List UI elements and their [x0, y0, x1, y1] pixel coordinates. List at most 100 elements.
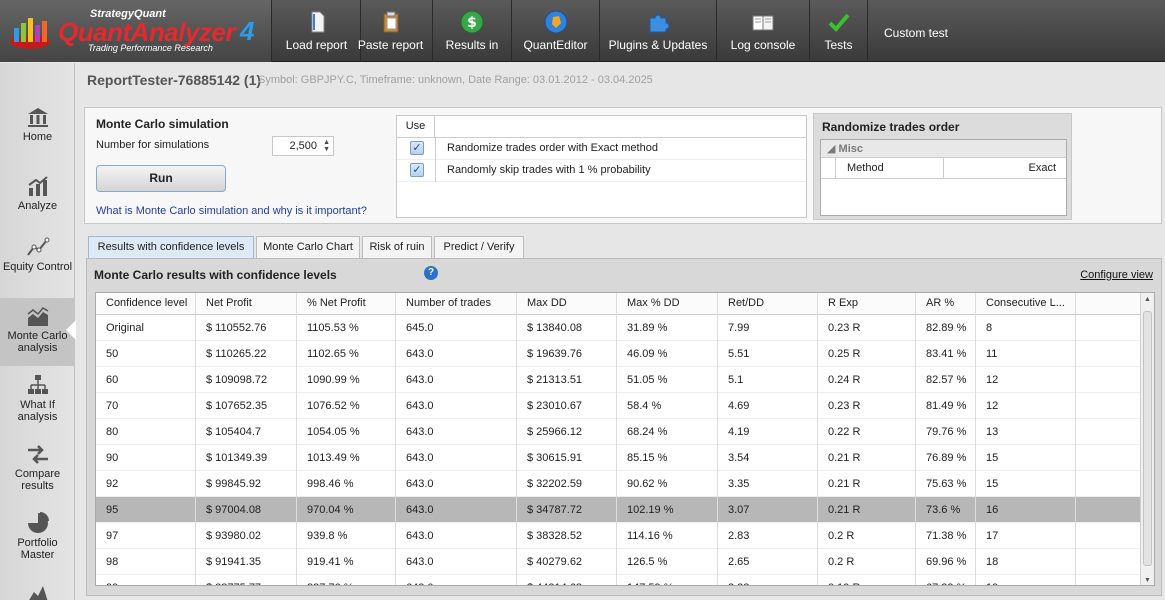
column-header[interactable]: R Exp — [818, 293, 916, 315]
table-cell: 643.0 — [396, 419, 517, 445]
table-row[interactable]: 98 $ 91941.35 919.41 % 643.0 $ 40279.62 126.5… — [96, 549, 1142, 575]
table-cell: 643.0 — [396, 445, 517, 471]
vertical-scrollbar[interactable]: ▲ ▼ — [1140, 293, 1154, 585]
logo-version: 4 — [240, 16, 255, 46]
spin-arrows-icon[interactable]: ▲ ▼ — [323, 139, 330, 153]
tab-risk-of-ruin[interactable]: Risk of ruin — [362, 236, 432, 258]
table-cell: 13 — [976, 419, 1076, 445]
table-row[interactable]: 60 $ 109098.72 1090.99 % 643.0 $ 21313.51 51.… — [96, 367, 1142, 393]
table-cell: 643.0 — [396, 523, 517, 549]
misc-group-header[interactable]: ◢ Misc — [821, 140, 1066, 158]
custom-test-label[interactable]: Custom test — [884, 26, 948, 40]
chart-icon — [27, 176, 48, 196]
options-table-header: Use — [397, 116, 806, 138]
table-cell: $ 13840.08 — [517, 315, 617, 341]
table-cell: 147.59 % — [617, 575, 718, 585]
table-row[interactable]: 97 $ 93980.02 939.8 % 643.0 $ 38328.52 114.16… — [96, 523, 1142, 549]
column-header[interactable]: Consecutive L... — [976, 293, 1076, 315]
table-cell: $ 44314.68 — [517, 575, 617, 585]
column-header[interactable]: Ret/DD — [718, 293, 818, 315]
column-header[interactable]: Number of trades — [396, 293, 517, 315]
area-chart-icon — [27, 307, 48, 326]
table-cell: 1013.49 % — [297, 445, 396, 471]
table-cell: 75.63 % — [916, 471, 976, 497]
column-header[interactable]: AR % — [916, 293, 976, 315]
quanteditor-button[interactable]: QuantEditor — [512, 0, 600, 62]
table-cell: 83.41 % — [916, 341, 976, 367]
table-cell: 2.83 — [718, 523, 818, 549]
load-report-button[interactable]: Load report — [273, 0, 361, 62]
checkmark-icon — [828, 13, 850, 32]
scroll-thumb[interactable] — [1143, 311, 1152, 566]
column-header[interactable]: Max % DD — [617, 293, 718, 315]
table-cell: $ 107652.35 — [196, 393, 297, 419]
column-header[interactable]: Net Profit — [196, 293, 297, 315]
column-header[interactable]: % Net Profit — [297, 293, 396, 315]
table-row[interactable]: 95 $ 97004.08 970.04 % 643.0 $ 34787.72 102.1… — [96, 497, 1142, 523]
tab-results-confidence[interactable]: Results with confidence levels — [88, 236, 254, 258]
table-cell: 0.24 R — [818, 367, 916, 393]
table-cell: 71.38 % — [916, 523, 976, 549]
table-cell: 7.99 — [718, 315, 818, 341]
randomize-checkbox[interactable]: ✓ — [410, 141, 424, 155]
help-icon[interactable]: ? — [424, 266, 438, 280]
nav-more[interactable] — [0, 574, 75, 600]
table-cell: 31.89 % — [617, 315, 718, 341]
column-header[interactable]: Confidence level — [96, 293, 196, 315]
table-cell: 0.21 R — [818, 497, 916, 523]
skip-trades-checkbox[interactable]: ✓ — [410, 163, 424, 177]
tab-predict-verify[interactable]: Predict / Verify — [434, 236, 524, 258]
tab-monte-carlo-chart[interactable]: Monte Carlo Chart — [256, 236, 360, 258]
configure-view-link[interactable]: Configure view — [1080, 269, 1153, 281]
puzzle-icon — [649, 14, 670, 33]
nav-monte-carlo-analysis[interactable]: Monte Carlo analysis — [0, 298, 76, 366]
grid-header: Confidence level Net Profit% Net Profit Nu… — [96, 293, 1142, 315]
nav-home[interactable]: Home — [0, 99, 75, 167]
simulations-stepper[interactable]: 2,500 ▲ ▼ — [272, 136, 334, 156]
globe-icon — [544, 10, 567, 34]
table-cell: 919.41 % — [297, 549, 396, 575]
table-cell: $ 91941.35 — [196, 549, 297, 575]
table-cell: $ 30615.91 — [517, 445, 617, 471]
table-cell: 95 — [96, 497, 196, 523]
scroll-down-icon[interactable]: ▼ — [1143, 577, 1152, 584]
results-in-button[interactable]: $ Results in — [433, 0, 512, 62]
tests-button[interactable]: Tests — [810, 0, 868, 62]
table-cell: 1090.99 % — [297, 367, 396, 393]
table-row[interactable]: 90 $ 101349.39 1013.49 % 643.0 $ 30615.91 85.… — [96, 445, 1142, 471]
nav-portfolio-master[interactable]: Portfolio Master — [0, 505, 75, 573]
paste-report-button[interactable]: Paste report — [349, 0, 433, 62]
results-title: Monte Carlo results with confidence leve… — [94, 268, 337, 282]
table-row[interactable]: 92 $ 99845.92 998.46 % 643.0 $ 32202.59 90.62… — [96, 471, 1142, 497]
book-icon — [752, 15, 774, 31]
nav-compare-results[interactable]: Compare results — [0, 436, 75, 504]
table-row[interactable]: Original $ 110552.76 1105.53 % 645.0 $ 13840… — [96, 315, 1142, 341]
table-cell: 4.69 — [718, 393, 818, 419]
table-row[interactable]: 50 $ 110265.22 1102.65 % 643.0 $ 19639.76 46.… — [96, 341, 1142, 367]
log-console-button[interactable]: Log console — [717, 0, 810, 62]
simulations-label: Number for simulations — [96, 139, 210, 151]
report-meta: Symbol: GBPJPY.C, Timeframe: unknown, Da… — [258, 74, 653, 86]
table-cell: $ 105404.7 — [196, 419, 297, 445]
nav-equity-control[interactable]: Equity Control — [0, 229, 75, 297]
table-row[interactable]: 99$ 88775.77887.76 %643.0$ 44314.68147.5… — [96, 575, 1142, 585]
table-cell: 16 — [976, 497, 1076, 523]
scroll-up-icon[interactable]: ▲ — [1143, 296, 1152, 303]
nav-what-if-analysis[interactable]: What If analysis — [0, 367, 75, 435]
table-cell: 643.0 — [396, 575, 517, 585]
table-cell: $ 88775.77 — [196, 575, 297, 585]
option-row-skip[interactable]: ✓ Randomly skip trades with 1 % probabil… — [397, 160, 806, 182]
table-cell: 4.19 — [718, 419, 818, 445]
table-row[interactable]: 70 $ 107652.35 1076.52 % 643.0 $ 23010.67 58.… — [96, 393, 1142, 419]
column-header[interactable]: Max DD — [517, 293, 617, 315]
line-chart-icon — [26, 237, 49, 256]
run-button[interactable]: Run — [96, 165, 226, 192]
table-row[interactable]: 80 $ 105404.7 1054.05 % 643.0 $ 25966.12 68.2… — [96, 419, 1142, 445]
monte-carlo-help-link[interactable]: What is Monte Carlo simulation and why i… — [96, 205, 367, 217]
option-row-randomize[interactable]: ✓ Randomize trades order with Exact meth… — [397, 138, 806, 160]
table-cell: 50 — [96, 341, 196, 367]
method-property-row[interactable]: Method Exact — [821, 158, 1066, 179]
table-cell: 1102.65 % — [297, 341, 396, 367]
plugins-updates-button[interactable]: Plugins & Updates — [600, 0, 717, 62]
nav-analyze[interactable]: Analyze — [0, 168, 75, 236]
